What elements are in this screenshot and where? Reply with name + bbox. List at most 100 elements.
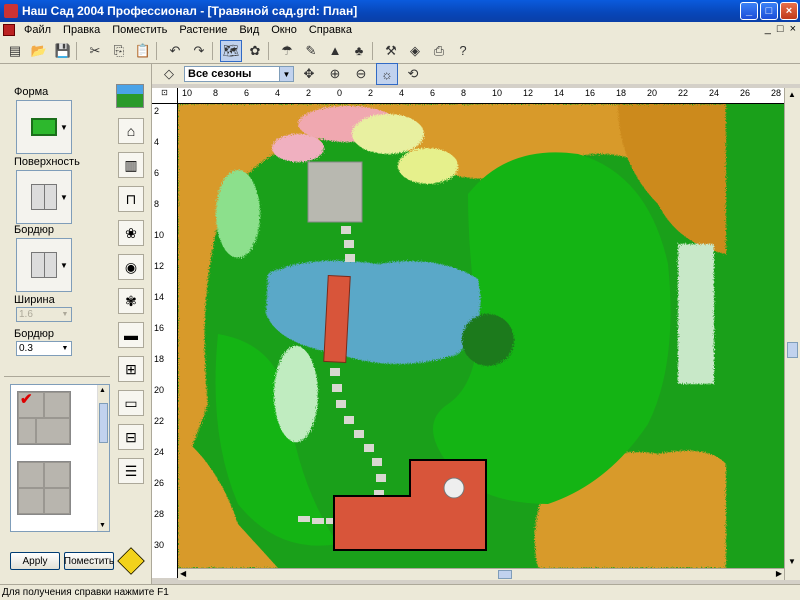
ruler-tick-label: 30 [154,540,165,550]
season-select[interactable]: Все сезоны ▼ [184,66,294,82]
status-bar: Для получения справки нажмите F1 [0,584,800,600]
tree-icon[interactable]: ♣ [348,40,370,62]
menu-file[interactable]: Файл [18,24,57,36]
watering-can-icon[interactable]: ☂ [276,40,298,62]
copy-icon[interactable]: ⎘ [108,40,130,62]
house-icon[interactable]: ⌂ [118,118,144,144]
maximize-button[interactable]: □ [760,2,778,20]
undo-icon[interactable]: ↶ [164,40,186,62]
redo-icon[interactable]: ↷ [188,40,210,62]
app-icon[interactable] [4,4,18,18]
toolbar-separator [212,41,218,60]
texture-scrollbar[interactable]: ▲ ▼ [97,385,109,531]
menu-help[interactable]: Справка [303,24,358,36]
menu-window[interactable]: Окно [265,24,303,36]
zoom-out-icon[interactable]: ⊖ [350,63,372,85]
scroll-down-icon[interactable]: ▼ [788,557,796,566]
grill-icon[interactable]: ⊞ [118,356,144,382]
notes-icon[interactable]: ✎ [300,40,322,62]
terrain-icon[interactable]: ▲ [324,40,346,62]
rotate-icon[interactable]: ⟲ [402,63,424,85]
chevron-down-icon[interactable]: ▼ [59,308,71,321]
apply-button[interactable]: Apply [10,552,60,570]
texture-item[interactable]: ✔ [17,391,71,445]
ruler-tick-label: 24 [154,447,165,457]
ruler-tick-label: 18 [154,354,165,364]
scroll-up-icon[interactable]: ▲ [788,90,796,99]
texture-item[interactable] [17,461,71,515]
scroll-up-icon[interactable]: ▲ [99,387,106,394]
rectangle-shape-icon [31,118,57,136]
blocks-icon[interactable]: ◈ [404,40,426,62]
print-icon[interactable]: ⎙ [428,40,450,62]
close-button[interactable]: × [780,2,798,20]
camera-icon[interactable]: ◉ [118,254,144,280]
fence-icon[interactable]: ▥ [118,152,144,178]
landscape-icon[interactable] [116,84,144,108]
zoom-in-icon[interactable]: ⊕ [324,63,346,85]
ruler-corner: ⊡ [152,88,178,104]
scroll-left-icon[interactable]: ◀ [180,569,186,578]
plan-view-icon[interactable]: 🗺 [220,39,242,62]
document-icon[interactable] [3,24,15,36]
view-toolbar: ◇ Все сезоны ▼ ✥ ⊕ ⊖ ☼ ⟲ [152,63,800,85]
chevron-down-icon[interactable]: ▼ [60,238,68,292]
horizontal-scroll-thumb[interactable] [498,570,512,579]
ruler-tick-label: 12 [154,261,165,271]
plant-icon[interactable]: ✿ [244,40,266,62]
tools-icon[interactable]: ⚒ [380,40,402,62]
chevron-down-icon[interactable]: ▼ [59,342,71,355]
help-pointer-icon[interactable]: ? [452,40,474,62]
menu-edit[interactable]: Правка [57,24,106,36]
scroll-thumb[interactable] [99,403,108,443]
texture-list[interactable]: ✔ ▲ ▼ [10,384,110,532]
ruler-tick-label: 2 [306,88,312,98]
border-label: Бордюр [14,224,54,236]
width-select[interactable]: 1.6 ▼ [16,307,72,322]
toolbar-separator [372,41,378,60]
ruler-tick-label: 18 [616,88,627,98]
open-icon[interactable]: 📂 [28,40,50,62]
bench-icon[interactable]: ⊓ [118,186,144,212]
ruler-tick-label: 28 [771,88,782,98]
scroll-right-icon[interactable]: ▶ [776,569,782,578]
log-icon[interactable]: ▬ [118,322,144,348]
sun-icon[interactable]: ☼ [376,63,398,85]
mdi-minimize-button[interactable]: _ [765,23,771,35]
move-icon[interactable]: ✥ [298,63,320,85]
save-icon[interactable]: 💾 [52,40,74,62]
main-toolbar: ▤ 📂 💾 ✂ ⎘ 📋 ↶ ↷ 🗺 ✿ ☂ ✎ ▲ ♣ ⚒ ◈ ⎙ ? [0,38,800,64]
chevron-down-icon[interactable]: ▼ [279,67,293,81]
new-icon[interactable]: ▤ [4,40,26,62]
vertical-scrollbar[interactable]: ▲ ▼ [784,88,800,580]
border-size-value: 0.3 [19,343,33,354]
chevron-down-icon[interactable]: ▼ [60,170,68,224]
garden-plan-canvas[interactable] [178,104,784,568]
chevron-down-icon[interactable]: ▼ [60,100,68,154]
toolbar-separator [156,41,162,60]
horizontal-scrollbar[interactable]: ◀ ▶ [178,568,784,580]
paste-icon[interactable]: 📋 [132,40,154,62]
minimize-button[interactable]: _ [740,2,758,20]
menu-place[interactable]: Поместить [106,24,173,36]
ruler-tick-label: 4 [399,88,405,98]
border-size-select[interactable]: 0.3 ▼ [16,341,72,356]
wooden-deck [333,459,487,551]
list-icon[interactable]: ☰ [118,458,144,484]
cut-icon[interactable]: ✂ [84,40,106,62]
menu-view[interactable]: Вид [233,24,265,36]
slab-icon[interactable]: ▭ [118,390,144,416]
flower-icon[interactable]: ✾ [118,288,144,314]
grid-icon[interactable]: ⊟ [118,424,144,450]
menu-plant[interactable]: Растение [173,24,233,36]
ruler-tick-label: 22 [678,88,689,98]
wizard-icon[interactable] [117,547,145,575]
scroll-down-icon[interactable]: ▼ [99,522,106,529]
layers-icon[interactable]: ◇ [158,63,180,85]
vertical-scroll-thumb[interactable] [787,342,798,358]
mdi-restore-button[interactable]: □ [777,23,784,35]
mdi-close-button[interactable]: × [790,23,796,35]
tree [462,314,514,366]
place-button[interactable]: Поместить [64,552,114,570]
shrub-icon[interactable]: ❀ [118,220,144,246]
